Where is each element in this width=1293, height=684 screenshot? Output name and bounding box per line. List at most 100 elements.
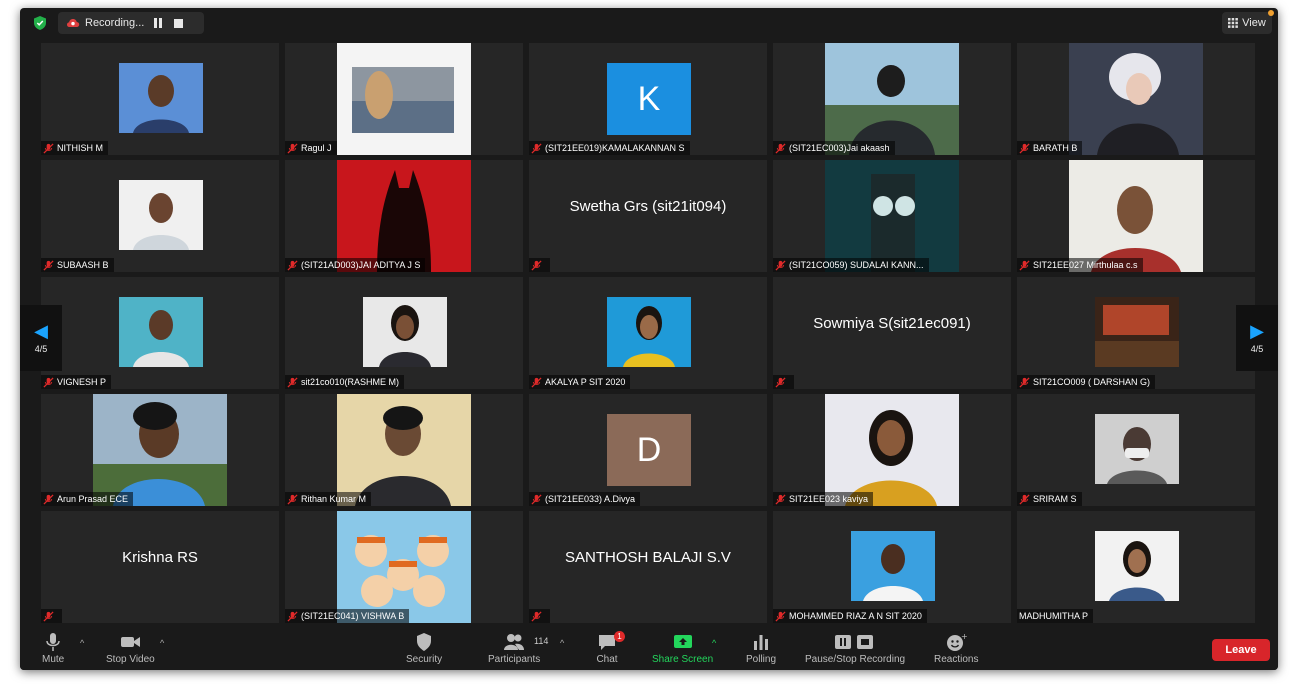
participant-photo	[337, 511, 471, 623]
mic-muted-icon	[287, 610, 298, 622]
participants-options-chevron-icon[interactable]: ^	[560, 638, 564, 648]
next-page-button[interactable]: ▶ 4/5	[1236, 305, 1278, 371]
view-button[interactable]: View	[1222, 12, 1272, 34]
participant-photo	[119, 63, 203, 133]
participant-photo	[1069, 160, 1203, 272]
participant-name: sit21co010(RASHME M)	[301, 377, 400, 387]
participant-photo	[1095, 531, 1179, 601]
participant-tile[interactable]: Arun Prasad ECE	[41, 394, 279, 506]
participant-tile[interactable]: Rithan Kumar M	[285, 394, 523, 506]
previous-page-button[interactable]: ◀ 4/5	[20, 305, 62, 371]
participant-tile[interactable]: NITHISH M	[41, 43, 279, 155]
shield-icon	[417, 633, 432, 651]
mic-muted-icon	[775, 142, 786, 154]
mute-button[interactable]: Mute	[42, 632, 64, 665]
mic-muted-icon	[531, 610, 542, 622]
participant-photo	[825, 160, 959, 272]
participant-photo	[607, 297, 691, 367]
participant-tile[interactable]: (SIT21AD003)JAI ADITYA J S	[285, 160, 523, 272]
participant-photo	[337, 160, 471, 272]
participant-tile[interactable]: SIT21EE027 Mirthulaa c.s	[1017, 160, 1255, 272]
participant-name-tag: (SIT21EC003)Jai akaash	[773, 141, 895, 155]
participant-tile[interactable]: K (SIT21EE019)KAMALAKANNAN S	[529, 43, 767, 155]
polling-button[interactable]: Polling	[746, 632, 776, 665]
mic-muted-icon	[1019, 142, 1030, 154]
recording-label: Recording...	[85, 17, 145, 29]
participant-name: (SIT21EC041) VISHWA B	[301, 611, 405, 621]
participant-tile[interactable]: Sowmiya S(sit21ec091)	[773, 277, 1011, 389]
participant-tile[interactable]: MOHAMMED RIAZ A N SIT 2020	[773, 511, 1011, 623]
chat-unread-badge: 1	[614, 631, 625, 642]
participant-tile[interactable]: (SIT21EC041) VISHWA B	[285, 511, 523, 623]
participant-name: NITHISH M	[57, 143, 103, 153]
mic-muted-icon	[287, 493, 298, 505]
mute-options-chevron-icon[interactable]: ^	[80, 638, 84, 648]
stop-video-button[interactable]: Stop Video	[106, 632, 155, 665]
participants-count: 114	[534, 636, 549, 646]
notification-dot	[1268, 10, 1274, 16]
participant-name-tag: sit21co010(RASHME M)	[285, 375, 405, 389]
participant-tile[interactable]: Swetha Grs (sit21it094)	[529, 160, 767, 272]
participant-tile[interactable]: Ragul J	[285, 43, 523, 155]
participants-button[interactable]: Participants	[488, 632, 540, 665]
reactions-button[interactable]: + Reactions	[934, 632, 978, 665]
participant-tile[interactable]: Krishna RS	[41, 511, 279, 623]
participant-name-tag: MADHUMITHA P	[1017, 609, 1094, 623]
zoom-meeting-window: Recording... View NITHISH M Ragul J K (S…	[20, 8, 1278, 670]
participant-name: BARATH B	[1033, 143, 1078, 153]
pause-stop-recording-button[interactable]: Pause/Stop Recording	[805, 632, 905, 665]
participant-name-tag: SIT21EE023 kaviya	[773, 492, 874, 506]
participant-display-name: Swetha Grs (sit21it094)	[569, 198, 727, 215]
participant-display-name: Krishna RS	[122, 549, 198, 566]
participant-name: MADHUMITHA P	[1019, 611, 1089, 621]
participant-tile[interactable]: (SIT21EC003)Jai akaash	[773, 43, 1011, 155]
arrow-right-icon: ▶	[1250, 321, 1264, 341]
mic-muted-icon	[1019, 376, 1030, 388]
participant-tile[interactable]: D (SIT21EE033) A.Divya	[529, 394, 767, 506]
participant-name-tag: SUBAASH B	[41, 258, 114, 272]
leave-button[interactable]: Leave	[1212, 639, 1270, 661]
participant-photo	[1069, 43, 1203, 155]
participant-tile[interactable]: SIT21EE023 kaviya	[773, 394, 1011, 506]
participant-tile[interactable]: BARATH B	[1017, 43, 1255, 155]
participant-name-tag: MOHAMMED RIAZ A N SIT 2020	[773, 609, 927, 623]
mic-muted-icon	[1019, 259, 1030, 271]
participant-photo	[363, 297, 447, 367]
share-screen-button[interactable]: Share Screen	[652, 632, 713, 665]
stop-recording-icon[interactable]	[174, 18, 184, 28]
participant-name-tag	[529, 609, 550, 623]
participant-tile[interactable]: MADHUMITHA P	[1017, 511, 1255, 623]
arrow-left-icon: ◀	[34, 321, 48, 341]
participant-name: Ragul J	[301, 143, 332, 153]
bar-chart-icon	[754, 635, 769, 650]
pause-stop-icon	[835, 635, 874, 649]
participant-photo	[337, 394, 471, 506]
video-options-chevron-icon[interactable]: ^	[160, 638, 164, 648]
mic-muted-icon	[287, 142, 298, 154]
participant-photo	[1095, 414, 1179, 484]
security-button[interactable]: Security	[406, 632, 442, 665]
participant-tile[interactable]: VIGNESH P	[41, 277, 279, 389]
participant-tile[interactable]: (SIT21CO059) SUDALAI KANN...	[773, 160, 1011, 272]
participant-tile[interactable]: AKALYA P SIT 2020	[529, 277, 767, 389]
participant-tile[interactable]: SIT21CO009 ( DARSHAN G)	[1017, 277, 1255, 389]
participant-tile[interactable]: SANTHOSH BALAJI S.V	[529, 511, 767, 623]
mic-muted-icon	[287, 376, 298, 388]
participant-name-tag: VIGNESH P	[41, 375, 112, 389]
participant-tile[interactable]: SUBAASH B	[41, 160, 279, 272]
pause-recording-icon[interactable]	[154, 18, 164, 28]
participant-tile[interactable]: sit21co010(RASHME M)	[285, 277, 523, 389]
share-options-chevron-icon[interactable]: ^	[712, 638, 716, 648]
people-icon	[504, 634, 525, 650]
participant-grid: NITHISH M Ragul J K (SIT21EE019)KAMALAKA…	[41, 43, 1257, 623]
shield-icon[interactable]	[32, 15, 48, 31]
svg-text:+: +	[961, 632, 967, 641]
participant-photo	[119, 297, 203, 367]
participant-name-tag: AKALYA P SIT 2020	[529, 375, 631, 389]
top-bar: Recording... View	[20, 8, 1278, 40]
participant-tile[interactable]: SRIRAM S	[1017, 394, 1255, 506]
mic-muted-icon	[531, 493, 542, 505]
participant-photo	[825, 43, 959, 155]
cloud-recording-icon	[67, 19, 80, 27]
participant-display-name: SANTHOSH BALAJI S.V	[565, 549, 731, 566]
